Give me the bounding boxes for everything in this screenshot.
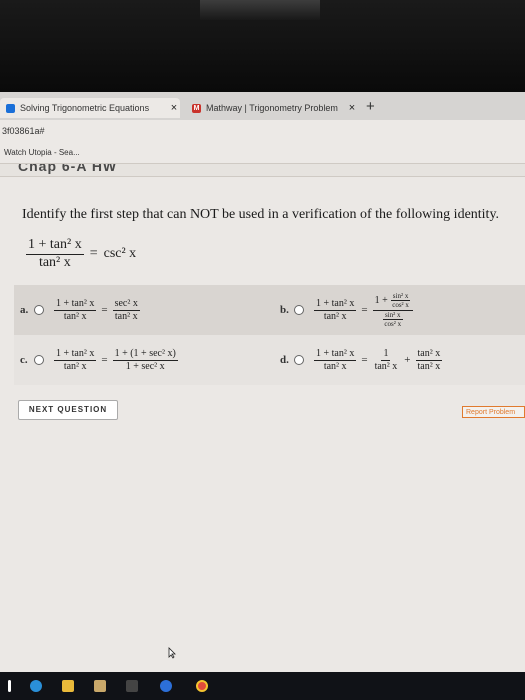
identity-fraction: 1 + tan² x tan² x (26, 237, 84, 272)
options-row-1: a. 1 + tan² x tan² x = sec² x tan² x b. 1 … (14, 285, 525, 335)
option-letter: b. (280, 304, 289, 316)
document-icon (6, 103, 15, 113)
equals-sign: = (89, 246, 98, 262)
numerator: sec² x (112, 297, 140, 311)
option-b[interactable]: b. 1 + tan² x tan² x = 1 + sin² x cos² x s… (280, 285, 413, 335)
option-d-radio[interactable] (294, 355, 304, 365)
bookmark-item[interactable]: Watch Utopia - Sea... (4, 148, 80, 157)
denominator: tan² x (417, 360, 441, 372)
chapter-title: Chap 6-A HW (18, 164, 118, 174)
explorer-icon[interactable] (62, 680, 74, 692)
equals-sign: = (361, 354, 368, 366)
option-d-lhs: 1 + tan² x tan² x (314, 347, 357, 373)
option-letter: a. (20, 304, 29, 316)
answer-options: a. 1 + tan² x tan² x = sec² x tan² x b. 1 … (14, 285, 525, 385)
tab-title: Solving Trigonometric Equations (20, 103, 150, 113)
denominator: cos² x (384, 319, 402, 328)
screen-glare (200, 0, 320, 20)
denominator: tan² x (323, 310, 347, 322)
numerator: tan² x (415, 347, 443, 361)
option-d-rhs1: 1 tan² x (373, 348, 400, 373)
bookmark-bar: Watch Utopia - Sea... (0, 142, 525, 164)
chrome-icon[interactable] (196, 680, 208, 692)
close-icon[interactable]: × (346, 102, 358, 114)
tab-mathway[interactable]: M Mathway | Trigonometry Problem × (186, 98, 358, 118)
tab-bar: Solving Trigonometric Equations × M Math… (0, 92, 525, 120)
identity-rhs: csc² x (103, 246, 137, 262)
denominator: tan² x (374, 360, 398, 372)
edge-icon[interactable] (30, 680, 42, 692)
numerator: 1 + sin² x cos² x (372, 292, 413, 311)
one-plus: 1 + (374, 294, 388, 306)
numerator: 1 + (1 + sec² x) (112, 347, 178, 361)
numerator: sin² x (390, 291, 411, 302)
option-c-radio[interactable] (34, 355, 44, 365)
mouse-cursor-icon (168, 647, 176, 659)
numerator: 1 + tan² x (54, 297, 97, 311)
option-c-rhs: 1 + (1 + sec² x) 1 + sec² x (112, 347, 178, 373)
denominator: sin² x cos² x (380, 311, 405, 329)
report-problem-button[interactable]: Report Problem (462, 406, 525, 418)
tab-title: Mathway | Trigonometry Problem (206, 103, 338, 113)
option-a[interactable]: a. 1 + tan² x tan² x = sec² x tan² x (20, 285, 140, 335)
new-tab-button[interactable]: + (366, 98, 375, 115)
identity: 1 + tan² x tan² x = csc² x (26, 237, 136, 272)
option-letter: c. (20, 354, 28, 366)
denominator: tan² x (323, 360, 347, 372)
numerator: 1 + tan² x (54, 347, 97, 361)
denominator: tan² x (63, 360, 87, 372)
chapter-header: Chap 6-A HW (0, 164, 525, 176)
option-c-lhs: 1 + tan² x tan² x (54, 347, 97, 373)
equals-sign: = (361, 304, 368, 316)
inner-fraction: sin² x cos² x (382, 311, 403, 329)
denominator: tan² x (114, 310, 138, 322)
option-d-rhs2: tan² x tan² x (415, 347, 443, 373)
inner-fraction: sin² x cos² x (390, 292, 411, 310)
plus-sign: + (404, 354, 411, 366)
denominator: 1 + sec² x (125, 360, 165, 372)
numerator: 1 + tan² x (314, 347, 357, 361)
numerator: 1 + tan² x (314, 297, 357, 311)
option-a-radio[interactable] (34, 305, 44, 315)
question-text: Identify the first step that can NOT be … (22, 207, 500, 222)
tab-solving-trig[interactable]: Solving Trigonometric Equations × (0, 98, 180, 118)
denominator: cos² x (392, 301, 409, 310)
question-panel: Identify the first step that can NOT be … (0, 176, 525, 673)
equals-sign: = (101, 304, 108, 316)
identity-denominator: tan² x (38, 254, 71, 270)
options-row-2: c. 1 + tan² x tan² x = 1 + (1 + sec² x) 1 … (14, 335, 525, 385)
equals-sign: = (101, 354, 108, 366)
denominator: tan² x (63, 310, 87, 322)
option-b-radio[interactable] (294, 305, 304, 315)
numerator: 1 (381, 347, 391, 361)
option-a-lhs: 1 + tan² x tan² x (54, 297, 97, 323)
taskbar (0, 672, 525, 700)
address-bar[interactable]: 3f03861a# (0, 120, 525, 142)
option-letter: d. (280, 354, 289, 366)
option-a-rhs: sec² x tan² x (112, 297, 140, 323)
numerator: sin² x (382, 310, 403, 320)
option-b-rhs: 1 + sin² x cos² x sin² x cos² x (372, 292, 413, 329)
option-c[interactable]: c. 1 + tan² x tan² x = 1 + (1 + sec² x) 1 … (20, 335, 178, 385)
store-icon[interactable] (94, 680, 106, 692)
browser-window: Solving Trigonometric Equations × M Math… (0, 92, 525, 673)
monitor-bezel (0, 0, 525, 92)
identity-numerator: 1 + tan² x (26, 237, 84, 255)
next-question-button[interactable]: NEXT QUESTION (18, 400, 118, 420)
windows-icon[interactable] (8, 680, 11, 692)
mathway-icon: M (192, 103, 201, 113)
option-b-lhs: 1 + tan² x tan² x (314, 297, 357, 323)
close-icon[interactable]: × (168, 102, 180, 114)
option-d[interactable]: d. 1 + tan² x tan² x = 1 tan² x + tan² x ta… (280, 335, 443, 385)
onenote-icon[interactable] (126, 680, 138, 692)
app-icon[interactable] (160, 680, 172, 692)
